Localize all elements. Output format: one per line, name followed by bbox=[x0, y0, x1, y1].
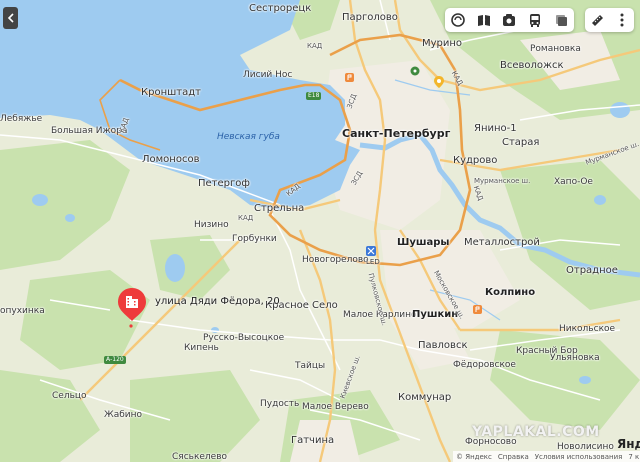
label-metallostroy: Металлострой bbox=[464, 237, 540, 248]
label-russko-vysotskoe: Русско-Высоцкое bbox=[203, 333, 285, 343]
label-pargolovo: Парголово bbox=[342, 12, 398, 23]
label-ulyanovka: Ульяновка bbox=[550, 353, 600, 363]
map-toolbar bbox=[445, 8, 574, 32]
label-yanino: Янино-1 bbox=[474, 123, 517, 134]
label-seltso: Сельцо bbox=[52, 391, 87, 401]
ruler-icon bbox=[592, 15, 604, 26]
label-romanovka: Романовка bbox=[530, 44, 581, 54]
route-shield-e18: E18 bbox=[306, 92, 322, 100]
label-kopuhinka: опухинка bbox=[0, 306, 45, 316]
label-novogorelovo: Новогорелово bbox=[302, 255, 369, 265]
label-nizino: Низино bbox=[194, 220, 229, 230]
label-shushary: Шушары bbox=[397, 237, 450, 248]
label-fedorovskoe: Фёдоровское bbox=[453, 360, 516, 370]
label-pudost: Пудость bbox=[260, 399, 300, 409]
label-kad-6: КАД bbox=[238, 214, 254, 222]
more-button[interactable] bbox=[613, 11, 631, 29]
label-murmanskoe-1: Мурманское ш. bbox=[474, 177, 531, 185]
label-kolpino: Колпино bbox=[485, 287, 536, 298]
map-toolbar-secondary bbox=[585, 8, 634, 32]
brand-logo: Янд bbox=[617, 437, 640, 451]
offline-map-button[interactable] bbox=[552, 11, 570, 29]
back-button[interactable] bbox=[3, 7, 18, 29]
label-kipen: Кипень bbox=[184, 343, 219, 353]
poi-icon[interactable] bbox=[345, 73, 355, 83]
label-kronshtadt: Кронштадт bbox=[141, 87, 201, 98]
label-maloe-verevo: Малое Верево bbox=[302, 402, 369, 412]
layers-button[interactable] bbox=[449, 11, 467, 29]
label-kad-1: КАД bbox=[307, 42, 323, 50]
pin-label[interactable]: улица Дяди Фёдора, 20 bbox=[155, 296, 280, 307]
offline-map-icon bbox=[556, 15, 568, 26]
more-icon bbox=[620, 13, 624, 27]
copyright-text: © Яндекс bbox=[456, 452, 492, 461]
poi-icon[interactable] bbox=[473, 305, 482, 314]
ruler-button[interactable] bbox=[588, 11, 606, 29]
panorama-button[interactable] bbox=[475, 11, 493, 29]
label-led: LED bbox=[366, 258, 380, 266]
label-pushkin: Пушкин bbox=[412, 309, 459, 320]
watermark: YAPLAKAL.COM bbox=[472, 424, 600, 440]
airport-icon[interactable] bbox=[366, 246, 376, 256]
bus-icon bbox=[530, 14, 541, 27]
label-petergof: Петергоф bbox=[198, 178, 250, 189]
label-kommunar: Коммунар bbox=[398, 392, 452, 403]
terms-link[interactable]: Условия использования bbox=[535, 453, 623, 461]
label-nikolskoe: Никольское bbox=[559, 324, 616, 334]
help-link[interactable]: Справка bbox=[498, 453, 529, 461]
label-pavlovsk: Павловск bbox=[418, 340, 468, 351]
label-lebyazhye: Лебяжье bbox=[0, 114, 43, 124]
label-lisiy-nos: Лисий Нос bbox=[243, 70, 293, 80]
label-murino: Мурино bbox=[422, 38, 463, 49]
label-zhabino: Жабино bbox=[104, 410, 142, 420]
label-lomonosov: Ломоносов bbox=[142, 154, 200, 165]
chevron-left-icon bbox=[7, 13, 14, 23]
location-pin[interactable] bbox=[117, 287, 147, 333]
poi-icon[interactable] bbox=[410, 66, 420, 76]
transit-button[interactable] bbox=[526, 11, 544, 29]
label-nevskaya-guba: Невская губа bbox=[217, 132, 280, 142]
label-spb: Санкт-Петербург bbox=[342, 127, 451, 140]
attribution-bar: © Яндекс Справка Условия использования 7… bbox=[453, 451, 640, 462]
label-vsevolozhsk: Всеволожск bbox=[500, 60, 564, 71]
label-taitsy: Тайцы bbox=[295, 361, 326, 371]
label-sestroretsk: Сестрорецк bbox=[249, 3, 312, 14]
label-gorbunki: Горбунки bbox=[232, 234, 277, 244]
label-kudrovo: Кудрово bbox=[453, 155, 498, 166]
route-shield-a120: А-120 bbox=[104, 356, 126, 364]
label-siaskelevo: Сяськелево bbox=[172, 452, 228, 462]
layers-icon bbox=[451, 13, 465, 27]
camera-icon bbox=[503, 14, 516, 26]
poi-icon[interactable] bbox=[433, 75, 445, 89]
label-strelna: Стрельна bbox=[254, 203, 305, 214]
panorama-icon bbox=[477, 15, 490, 26]
building-pin-icon bbox=[118, 288, 146, 328]
label-gatchina: Гатчина bbox=[291, 435, 335, 446]
label-otradnoe: Отрадное bbox=[566, 265, 618, 276]
camera-button[interactable] bbox=[500, 11, 518, 29]
label-bolshaya-izhora: Большая Ижора bbox=[51, 126, 128, 136]
label-hapo-oe: Хапо-Ое bbox=[554, 177, 593, 187]
scale-label: 7 к bbox=[628, 452, 640, 461]
label-staraya: Старая bbox=[502, 137, 540, 148]
